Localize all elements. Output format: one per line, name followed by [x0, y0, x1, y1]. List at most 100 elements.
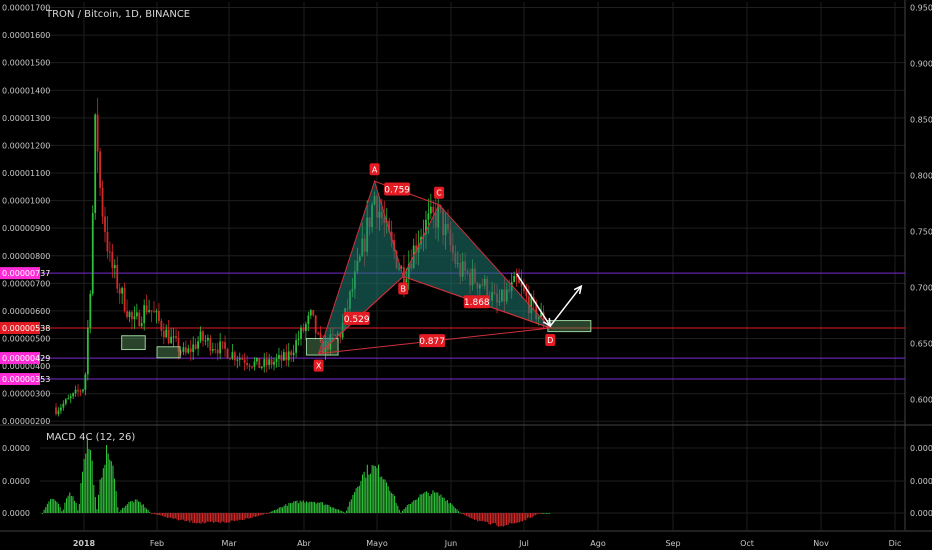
- macd-bar: [174, 513, 176, 519]
- candle-body: [162, 330, 165, 338]
- macd-bar: [219, 513, 221, 524]
- candle-body: [184, 347, 187, 353]
- candle-body: [128, 312, 131, 317]
- candle-body: [67, 398, 70, 400]
- candle-body: [292, 352, 295, 356]
- macd-bar: [342, 511, 344, 513]
- macd-bar: [456, 509, 458, 513]
- candle-body: [126, 311, 128, 317]
- macd-bar: [67, 495, 69, 513]
- macd-bar: [200, 513, 202, 524]
- candle-body: [55, 407, 57, 415]
- candle-body: [211, 349, 214, 351]
- macd-bar: [530, 513, 532, 518]
- pattern-point-label: D: [547, 336, 553, 345]
- macd-bar: [294, 501, 296, 513]
- macd-bar: [323, 505, 325, 513]
- candle-body: [275, 358, 278, 362]
- macd-bar: [256, 513, 258, 517]
- candle-body: [229, 358, 231, 360]
- macd-bar: [355, 488, 357, 513]
- price-tag-label: 0.00000737: [2, 269, 50, 278]
- right-axis-tick-label: 0.7500: [910, 227, 932, 236]
- macd-bar: [178, 513, 180, 521]
- macd-bar: [250, 513, 252, 518]
- x-axis-tick-label: Jun: [444, 539, 458, 548]
- candle-body: [140, 323, 143, 327]
- macd-bar: [520, 513, 522, 522]
- macd-bar: [130, 501, 132, 513]
- candle-body: [256, 357, 258, 362]
- macd-bar: [400, 512, 402, 514]
- macd-bar: [78, 504, 80, 513]
- macd-bar: [381, 476, 383, 513]
- left-axis-tick-label: 0.00000200: [2, 417, 50, 426]
- macd-bar: [221, 513, 223, 522]
- candle-body: [282, 352, 285, 361]
- macd-bar: [205, 513, 207, 523]
- macd-bar: [280, 507, 282, 513]
- macd-bar: [360, 481, 362, 513]
- macd-bar: [334, 508, 336, 513]
- candle-body: [290, 351, 293, 356]
- candle-body: [106, 231, 109, 252]
- macd-bar: [320, 501, 322, 513]
- pattern-point-label: A: [372, 165, 378, 174]
- macd-bar: [506, 513, 508, 525]
- pattern-point-label: C: [436, 189, 442, 198]
- macd-bar: [141, 504, 143, 513]
- candle-body: [72, 393, 75, 397]
- macd-bar: [371, 465, 373, 513]
- macd-bar: [515, 513, 517, 523]
- macd-bar: [394, 495, 396, 513]
- macd-bar: [293, 501, 295, 513]
- macd-bar: [74, 500, 76, 513]
- macd-bar: [397, 505, 399, 513]
- macd-bar: [435, 492, 437, 513]
- macd-bar: [254, 513, 256, 517]
- macd-bar: [50, 499, 52, 513]
- macd-bar: [426, 491, 428, 513]
- macd-bar: [258, 513, 260, 516]
- macd-bar: [150, 513, 152, 514]
- macd-title: MACD 4C (12, 26): [46, 432, 136, 443]
- candle-body: [280, 354, 283, 361]
- macd-bar: [307, 502, 309, 513]
- macd-bar: [542, 513, 544, 514]
- support-zone: [156, 346, 181, 359]
- candle-body: [172, 336, 175, 338]
- candle-body: [64, 399, 67, 404]
- macd-bar: [499, 513, 501, 527]
- macd-bar: [536, 513, 538, 515]
- macd-bar: [512, 513, 514, 524]
- macd-bar: [259, 513, 261, 516]
- left-axis-tick-label: 0.00001700: [2, 4, 50, 13]
- macd-bar: [213, 513, 215, 523]
- macd-bar: [408, 503, 410, 513]
- macd-bar: [510, 513, 512, 524]
- candle-body: [109, 251, 111, 253]
- macd-bar: [43, 509, 45, 513]
- macd-bar: [418, 497, 420, 513]
- candle-body: [238, 358, 241, 360]
- candle-body: [79, 391, 82, 393]
- chart-title: TRON / Bitcoin, 1D, BINANCE: [46, 9, 191, 20]
- macd-bar: [312, 501, 314, 513]
- macd-bar: [267, 513, 269, 514]
- macd-bar: [392, 494, 394, 513]
- candle-body: [138, 312, 141, 327]
- x-axis-tick-label: Jul: [518, 539, 529, 548]
- price-tag-label: 0.00000538: [2, 324, 50, 333]
- macd-bar: [110, 461, 112, 513]
- macd-bar: [504, 513, 506, 526]
- candle-body: [189, 348, 192, 353]
- macd-bar: [368, 474, 370, 513]
- macd-bar: [486, 513, 488, 522]
- macd-bar: [272, 510, 274, 513]
- candle-body: [251, 366, 253, 368]
- macd-bar: [227, 513, 229, 523]
- macd-bar: [523, 513, 525, 520]
- candle-body: [74, 389, 77, 394]
- candle-body: [86, 327, 89, 375]
- macd-bar: [198, 513, 200, 524]
